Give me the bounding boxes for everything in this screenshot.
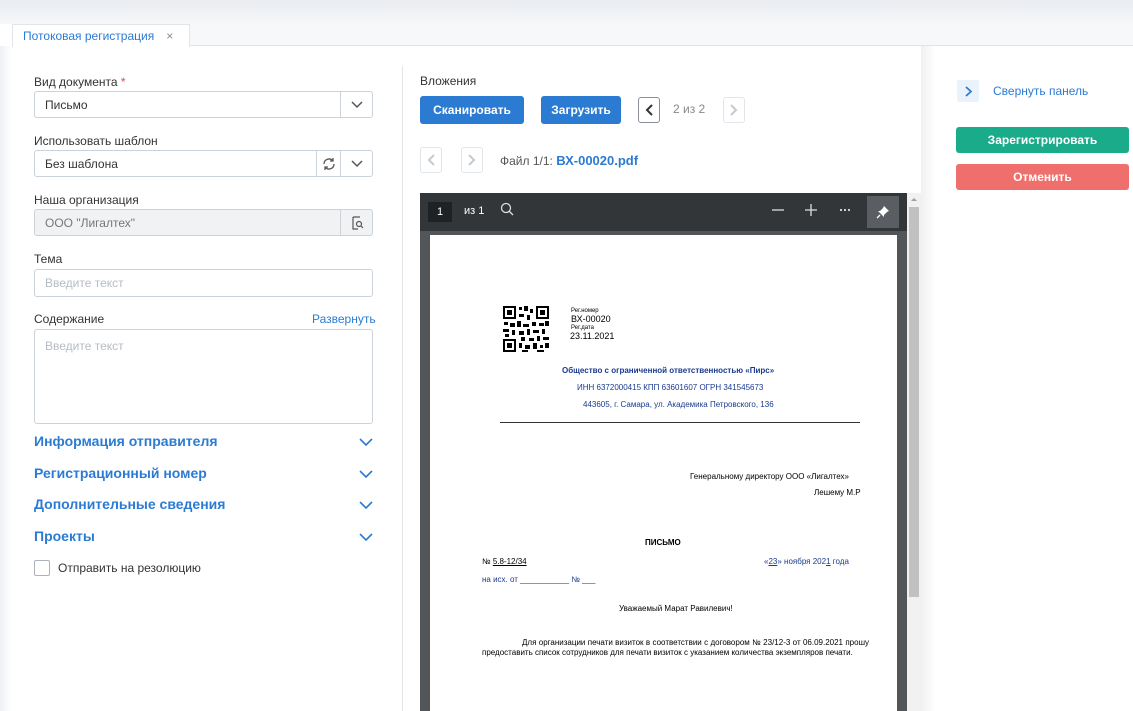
template-select[interactable]: Без шаблона	[34, 150, 373, 177]
reg-num: ВХ-00020	[571, 314, 611, 324]
prev-attachment-button[interactable]	[638, 97, 660, 123]
left-shadow	[0, 46, 12, 711]
send-resolution-label: Отправить на резолюцию	[58, 561, 201, 575]
send-resolution-checkbox[interactable]	[34, 560, 50, 576]
org-field: ООО "Лигалтех"	[34, 209, 373, 236]
doc-type-select[interactable]: Письмо	[34, 91, 373, 118]
right-shadow	[921, 46, 935, 711]
zoom-in-icon[interactable]	[804, 203, 818, 222]
top-band	[0, 0, 1133, 24]
prev-file-button[interactable]	[420, 147, 442, 173]
page-number-input[interactable]: 1	[428, 202, 452, 222]
letter-number: № 5.8-12/34	[482, 557, 527, 566]
send-resolution-row[interactable]: Отправить на резолюцию	[34, 560, 201, 576]
close-icon[interactable]: ×	[166, 29, 173, 43]
content-placeholder: Введите текст	[45, 339, 124, 353]
tab-bar: Потоковая регистрация ×	[12, 24, 1133, 47]
letter-title: ПИСЬМО	[645, 538, 681, 547]
chevron-down-icon[interactable]	[341, 151, 373, 176]
upload-button[interactable]: Загрузить	[541, 96, 621, 124]
company-address: 443605, г. Самара, ул. Академика Петровс…	[583, 400, 774, 409]
collapse-label: Свернуть панель	[993, 84, 1089, 98]
pdf-scrollbar[interactable]	[907, 193, 921, 711]
scroll-up-icon[interactable]	[907, 193, 921, 205]
scan-button[interactable]: Сканировать	[420, 96, 524, 124]
chevron-down-icon[interactable]	[341, 92, 373, 117]
chevron-left-icon	[427, 154, 435, 166]
tab-label: Потоковая регистрация	[23, 29, 155, 43]
section-projects[interactable]: Проекты	[34, 528, 373, 548]
pdf-toolbar: 1 из 1	[420, 193, 907, 231]
doc-type-value: Письмо	[45, 97, 88, 112]
letter-body: Для организации печати визиток в соответ…	[482, 638, 869, 657]
chevron-down-icon	[359, 528, 373, 547]
chevron-down-icon	[359, 496, 373, 515]
tab-stream-registration[interactable]: Потоковая регистрация ×	[12, 24, 190, 47]
reg-date: 23.11.2021	[570, 331, 615, 341]
qr-code-icon	[502, 305, 550, 353]
company-name: Общество с ограниченной ответственностью…	[562, 366, 775, 375]
chevron-right-icon	[957, 80, 979, 102]
next-file-button[interactable]	[461, 147, 483, 173]
recipient-line-2: Лешему М.Р	[814, 488, 861, 497]
file-line: Файл 1/1: ВХ-00020.pdf	[500, 153, 638, 168]
attachments-label: Вложения	[420, 74, 477, 88]
section-label: Дополнительные сведения	[34, 496, 226, 512]
next-attachment-button[interactable]	[723, 97, 745, 123]
pin-icon[interactable]	[867, 196, 899, 228]
chevron-right-icon	[730, 104, 738, 116]
file-prefix: Файл 1/1:	[500, 154, 553, 168]
document-search-icon[interactable]	[341, 210, 373, 235]
page-total: из 1	[464, 205, 485, 217]
section-additional-info[interactable]: Дополнительные сведения	[34, 496, 373, 516]
panel-divider	[402, 66, 403, 711]
register-button[interactable]: Зарегистрировать	[956, 127, 1129, 153]
reference-line: на исх. от ___________ № ___	[482, 575, 596, 584]
recipient-line-1: Генеральному директору ООО «Лигалтех»	[690, 472, 849, 481]
search-icon[interactable]	[500, 202, 514, 221]
subject-input[interactable]: Введите текст	[34, 269, 373, 297]
file-link[interactable]: ВХ-00020.pdf	[556, 153, 638, 168]
pdf-page: Рег.номер ВХ-00020 Рег.дата 23.11.2021 О…	[430, 235, 897, 711]
chevron-left-icon	[645, 104, 653, 116]
attachment-counter: 2 из 2	[673, 102, 706, 116]
content-textarea[interactable]: Введите текст	[34, 329, 373, 424]
chevron-right-icon	[468, 154, 476, 166]
letter-date: «23» ноября 2021 года	[764, 557, 849, 566]
expand-link[interactable]: Развернуть	[312, 312, 376, 326]
section-reg-number[interactable]: Регистрационный номер	[34, 465, 373, 485]
greeting: Уважаемый Марат Равилевич!	[619, 604, 733, 613]
more-icon[interactable]	[838, 203, 852, 222]
cancel-button[interactable]: Отменить	[956, 164, 1129, 190]
refresh-icon[interactable]	[317, 151, 341, 176]
content-label: Содержание	[34, 312, 105, 326]
section-label: Информация отправителя	[34, 433, 218, 449]
pdf-viewer: 1 из 1 Рег.номер ВХ-00020 Рег.дата 23.11…	[420, 193, 907, 711]
chevron-down-icon	[359, 465, 373, 484]
org-value: ООО "Лигалтех"	[45, 215, 135, 230]
collapse-panel-button[interactable]: Свернуть панель	[957, 80, 1088, 102]
header-rule	[500, 422, 860, 423]
subject-placeholder: Введите текст	[45, 276, 124, 290]
zoom-out-icon[interactable]	[771, 203, 785, 222]
company-inn: ИНН 6372000415 КПП 63601607 ОГРН 3415456…	[577, 383, 764, 392]
scrollbar-thumb[interactable]	[909, 207, 919, 597]
section-label: Регистрационный номер	[34, 465, 207, 481]
template-label: Использовать шаблон	[34, 134, 158, 148]
section-label: Проекты	[34, 528, 95, 544]
chevron-down-icon	[359, 433, 373, 452]
subject-label: Тема	[34, 252, 63, 266]
section-sender-info[interactable]: Информация отправителя	[34, 433, 373, 453]
doc-type-label: Вид документа *	[34, 75, 126, 89]
org-label: Наша организация	[34, 193, 139, 207]
template-value: Без шаблона	[45, 156, 118, 171]
